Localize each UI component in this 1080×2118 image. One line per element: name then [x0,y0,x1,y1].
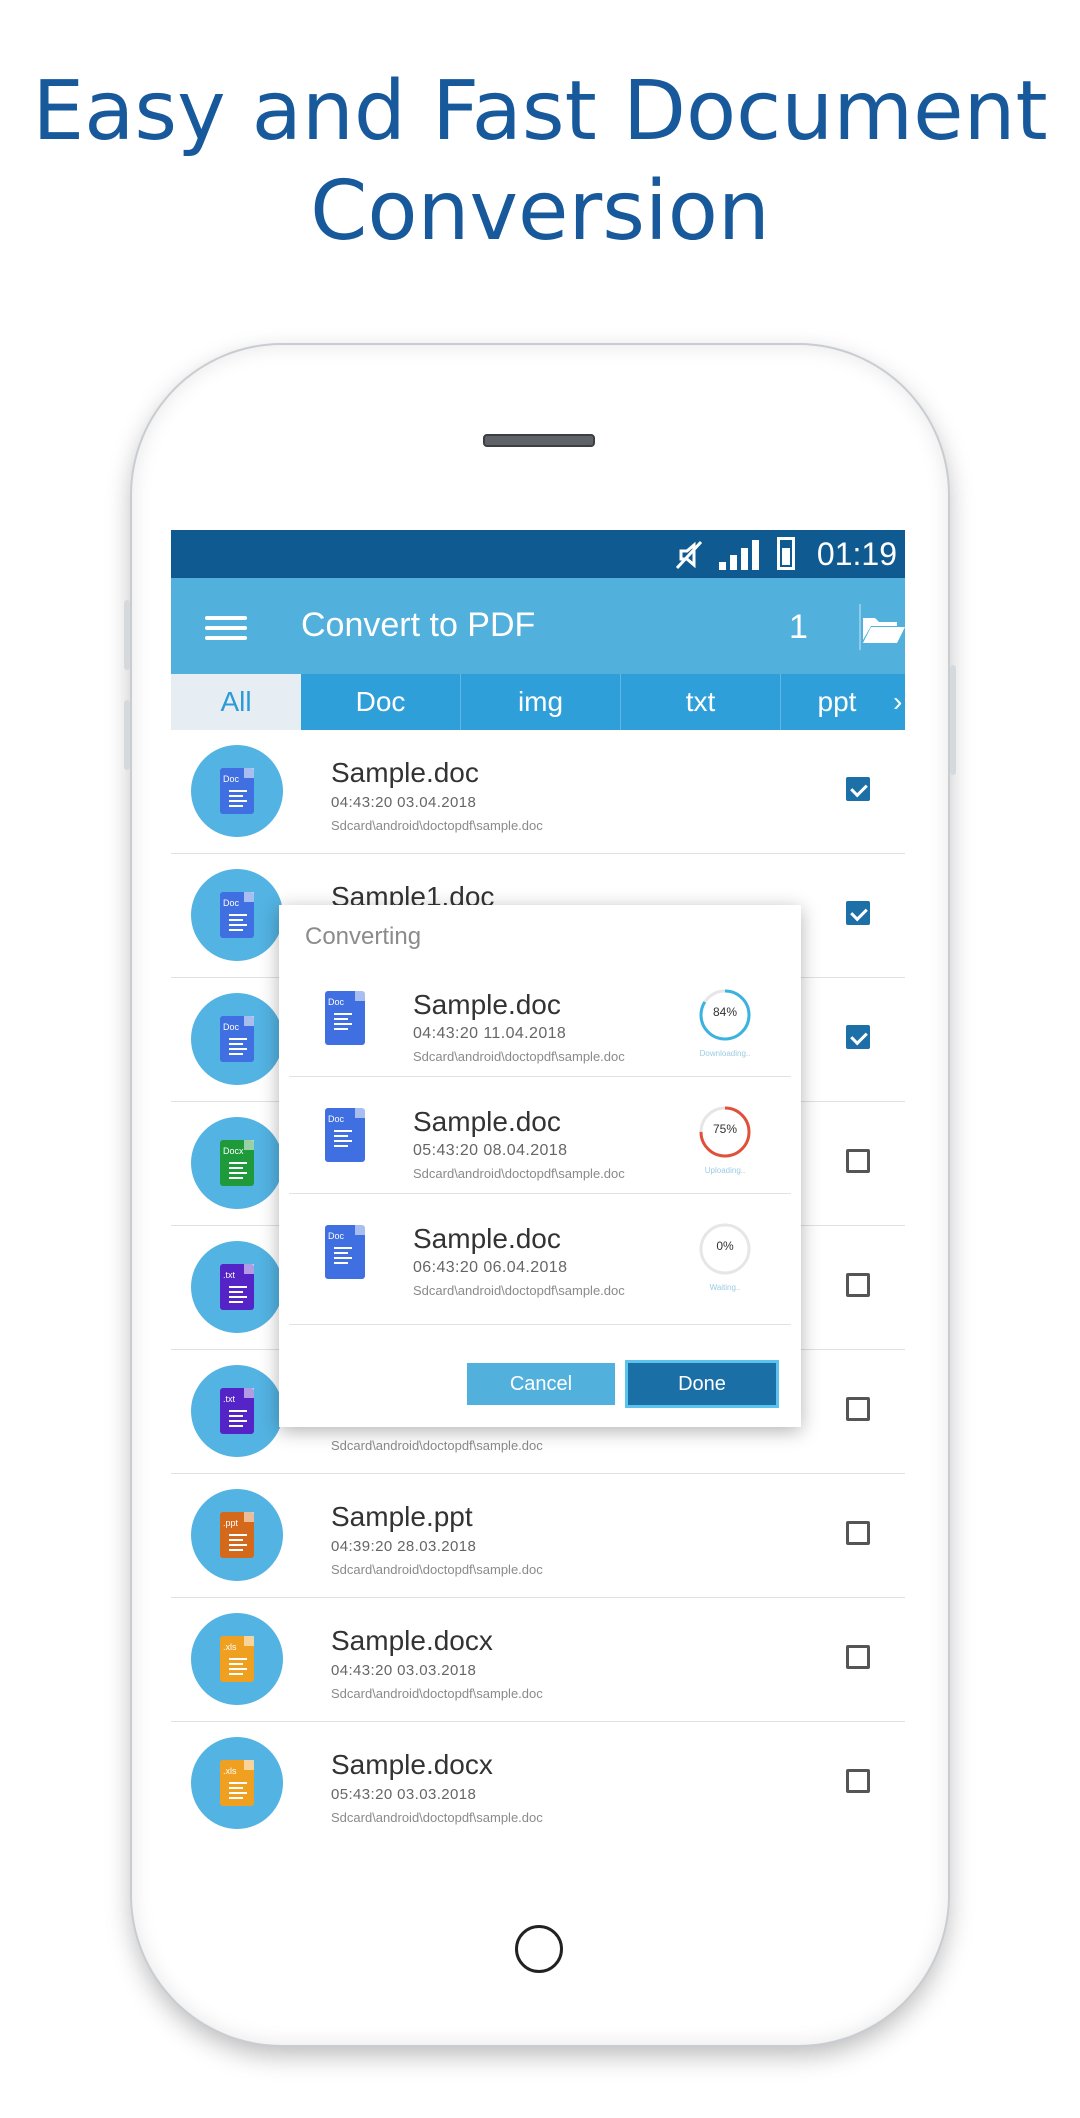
file-path: Sdcard\android\doctopdf\sample.doc [331,1686,543,1701]
progress-percent: 75% [712,1122,738,1136]
signal-icon [719,540,759,570]
file-row[interactable]: .ppt Sample.ppt 04:39:20 28.03.2018 Sdcard\… [171,1474,905,1598]
file-type-badge: .txt [191,1241,283,1333]
converting-item: Doc Sample.doc 05:43:20 08.04.2018 Sdcard\a… [289,1078,791,1194]
app-title: Convert to PDF [301,606,536,644]
document-icon: Doc [325,1225,365,1279]
document-icon: Docx [220,1140,254,1186]
file-type-badge: .xls [191,1737,283,1829]
tabs-scroll-right-icon[interactable]: › [893,674,902,730]
file-timestamp: 04:43:20 11.04.2018 [413,1025,567,1042]
file-name: Sample.doc [413,1106,561,1137]
file-path: Sdcard\android\doctopdf\sample.doc [331,1810,543,1825]
file-type-badge: Doc [191,745,283,837]
file-timestamp: 04:43:20 03.03.2018 [331,1662,477,1679]
promo-headline: Easy and Fast Document Conversion [0,62,1080,262]
status-bar: 01:19 [171,530,905,578]
tab-doc[interactable]: Doc [301,674,461,730]
file-type-badge: .xls [191,1613,283,1705]
document-icon: .xls [220,1636,254,1682]
file-path: Sdcard\android\doctopdf\sample.doc [413,1283,625,1298]
phone-side-button [124,600,130,670]
file-row[interactable]: .xls Sample.docx 04:43:20 03.03.2018 Sdcard… [171,1598,905,1722]
document-icon: .txt [220,1264,254,1310]
filter-tabs: All Doc img txt ppt › [171,674,905,730]
converting-dialog: Converting Doc Sample.doc 04:43:20 11.04.2… [279,905,801,1427]
converting-item: Doc Sample.doc 04:43:20 11.04.2018 Sdcard\a… [289,961,791,1077]
converting-item: Doc Sample.doc 06:43:20 06.04.2018 Sdcard\a… [289,1195,791,1325]
progress-percent: 0% [716,1239,734,1253]
file-checkbox[interactable] [846,1273,870,1297]
folder-open-icon[interactable] [861,614,905,644]
cancel-button[interactable]: Cancel [467,1363,615,1405]
progress-status: Downloading.. [699,1049,751,1058]
phone-side-button [124,700,130,770]
battery-icon [777,537,795,570]
file-checkbox[interactable] [846,1769,870,1793]
file-checkbox[interactable] [846,1397,870,1421]
file-checkbox[interactable] [846,901,870,925]
selected-count: 1 [789,608,808,646]
file-type-badge: .txt [191,1365,283,1457]
phone-home-button[interactable] [515,1925,563,1973]
tab-ppt[interactable]: ppt [781,674,893,730]
file-name: Sample.doc [413,989,561,1020]
document-icon: Doc [325,991,365,1045]
document-icon: .ppt [220,1512,254,1558]
headline-line-2: Conversion [310,164,770,259]
file-timestamp: 06:43:20 06.04.2018 [413,1259,568,1276]
document-icon: Doc [325,1108,365,1162]
progress-percent: 84% [712,1005,738,1019]
dialog-title: Converting [305,923,422,950]
file-timestamp: 04:43:20 03.04.2018 [331,794,477,811]
status-time: 01:19 [816,536,897,572]
file-timestamp: 04:39:20 28.03.2018 [331,1538,477,1555]
phone-side-button [950,665,956,775]
file-timestamp: 05:43:20 08.04.2018 [413,1142,568,1159]
progress-status: Uploading.. [704,1166,746,1175]
document-icon: .xls [220,1760,254,1806]
file-type-badge: Doc [191,869,283,961]
progress-status: Waiting.. [709,1283,741,1292]
phone-speaker [483,434,595,447]
document-icon: Doc [220,768,254,814]
file-path: Sdcard\android\doctopdf\sample.doc [413,1166,625,1181]
app-bar: Convert to PDF 1 [171,578,905,674]
tab-img[interactable]: img [461,674,621,730]
file-name: Sample.docx [331,1625,493,1656]
file-path: Sdcard\android\doctopdf\sample.doc [413,1049,625,1064]
document-icon: Doc [220,1016,254,1062]
file-type-badge: Doc [191,993,283,1085]
file-checkbox[interactable] [846,1025,870,1049]
document-icon: Doc [220,892,254,938]
file-path: Sdcard\android\doctopdf\sample.doc [331,1562,543,1577]
file-type-badge: Docx [191,1117,283,1209]
file-row[interactable]: .xls Sample.docx 05:43:20 03.03.2018 Sdcard… [171,1722,905,1845]
document-icon: .txt [220,1388,254,1434]
headline-line-1: Easy and Fast Document [32,64,1048,159]
file-checkbox[interactable] [846,1645,870,1669]
file-path: Sdcard\android\doctopdf\sample.doc [331,818,543,833]
file-name: Sample.doc [413,1223,561,1254]
file-timestamp: 05:43:20 03.03.2018 [331,1786,477,1803]
file-checkbox[interactable] [846,777,870,801]
file-name: Sample.ppt [331,1501,473,1532]
mute-icon [675,540,703,570]
tab-all[interactable]: All [171,674,301,730]
hamburger-menu-icon[interactable] [205,616,247,640]
file-path: Sdcard\android\doctopdf\sample.doc [331,1438,543,1453]
file-row[interactable]: Doc Sample.doc 04:43:20 03.04.2018 Sdcard\a… [171,730,905,854]
file-checkbox[interactable] [846,1521,870,1545]
file-type-badge: .ppt [191,1489,283,1581]
file-checkbox[interactable] [846,1149,870,1173]
file-name: Sample.doc [331,757,479,788]
tab-txt[interactable]: txt [621,674,781,730]
file-name: Sample.docx [331,1749,493,1780]
done-button[interactable]: Done [625,1360,779,1408]
